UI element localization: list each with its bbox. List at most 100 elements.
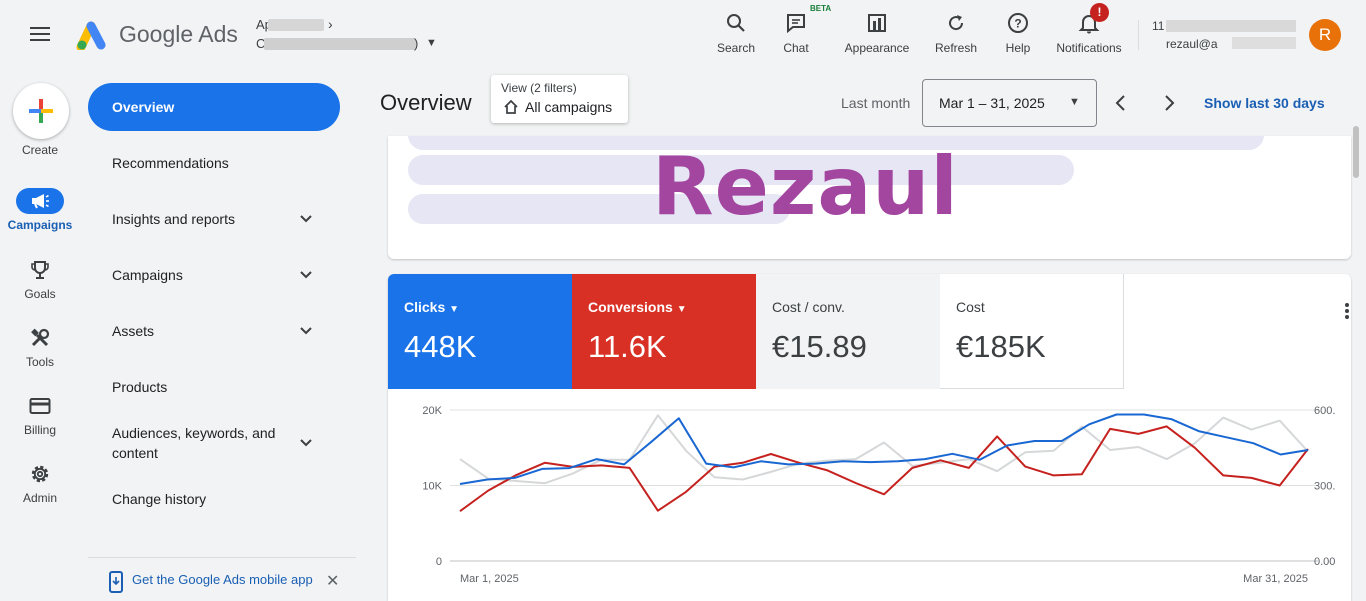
mobile-app-link[interactable]: Get the Google Ads mobile app bbox=[132, 572, 313, 587]
metric-value-cost: €185K bbox=[956, 329, 1046, 364]
app-name: Google Ads bbox=[119, 21, 238, 47]
rail-label-tools: Tools bbox=[25, 355, 54, 369]
metric-label-clicks-text: Clicks bbox=[404, 299, 446, 315]
notifications-button[interactable]: Notifications bbox=[1050, 10, 1128, 55]
account-id-redacted bbox=[264, 38, 416, 50]
y-left-tick-label: 0 bbox=[436, 556, 442, 568]
account-name-redacted bbox=[268, 19, 324, 31]
nav-item-products[interactable]: Products bbox=[112, 377, 332, 397]
header-divider bbox=[1138, 20, 1139, 50]
series-line-1 bbox=[459, 425, 1309, 513]
search-label: Search bbox=[716, 41, 756, 55]
y-left-tick-label: 10K bbox=[422, 481, 442, 493]
date-range-picker[interactable]: Mar 1 – 31, 2025 ▼ bbox=[922, 79, 1097, 127]
main-menu-icon[interactable] bbox=[30, 27, 50, 45]
metric-value-cost-per-conv: €15.89 bbox=[772, 329, 867, 364]
nav-item-overview[interactable]: Overview bbox=[88, 83, 340, 131]
metric-tile-cost-per-conv[interactable]: Cost / conv. €15.89 bbox=[756, 274, 940, 389]
rail-item-admin[interactable]: Admin bbox=[0, 461, 80, 505]
tools-icon bbox=[0, 325, 80, 351]
page-title: Overview bbox=[380, 90, 472, 115]
create-button[interactable] bbox=[13, 83, 69, 139]
metric-tile-conversions[interactable]: Conversions ▼ 11.6K bbox=[572, 274, 756, 389]
metric-tile-clicks[interactable]: Clicks ▼ 448K bbox=[388, 274, 572, 389]
nav-panel: Overview Recommendations Insights and re… bbox=[88, 70, 356, 601]
search-icon bbox=[712, 10, 760, 36]
performance-card: Clicks ▼ 448K Conversions ▼ 11.6K Cost /… bbox=[388, 274, 1351, 601]
rail-item-billing[interactable]: Billing bbox=[0, 393, 80, 437]
y-right-tick-label: 300. bbox=[1314, 481, 1335, 493]
chevron-right-icon[interactable]: › bbox=[328, 16, 333, 32]
mobile-phone-icon bbox=[109, 571, 123, 593]
plus-icon bbox=[29, 99, 53, 123]
rail-label-goals: Goals bbox=[24, 287, 56, 301]
more-options-icon[interactable] bbox=[1342, 302, 1352, 320]
show-last-30-days-link[interactable]: Show last 30 days bbox=[1204, 95, 1325, 111]
svg-text:?: ? bbox=[1014, 17, 1021, 31]
series-line-0 bbox=[459, 413, 1309, 485]
top-bar: Google Ads Ap › C ) ▼ Search Chat BETA A… bbox=[0, 0, 1366, 70]
nav-item-recommendations[interactable]: Recommendations bbox=[112, 153, 332, 173]
notifications-label: Notifications bbox=[1056, 41, 1122, 55]
megaphone-icon bbox=[16, 188, 64, 214]
credit-card-icon bbox=[0, 393, 80, 419]
chevron-down-icon[interactable] bbox=[298, 323, 314, 339]
rail-label-billing: Billing bbox=[23, 423, 56, 437]
help-label: Help bbox=[1005, 41, 1031, 55]
previous-period-icon[interactable] bbox=[1112, 92, 1130, 114]
appearance-icon bbox=[840, 10, 914, 36]
y-right-tick-label: 600. bbox=[1314, 405, 1335, 417]
avatar[interactable]: R bbox=[1309, 19, 1341, 51]
dropdown-arrow-icon: ▼ bbox=[1069, 96, 1080, 108]
gear-icon bbox=[0, 461, 80, 487]
watermark-text: Rezaul bbox=[652, 140, 959, 233]
series-line-2 bbox=[459, 414, 1309, 485]
rail-item-goals[interactable]: Goals bbox=[0, 257, 80, 301]
y-right-tick-label: 0.00 bbox=[1314, 556, 1335, 568]
create-label: Create bbox=[21, 143, 59, 157]
beta-badge: BETA bbox=[810, 4, 832, 13]
scrollbar-thumb[interactable] bbox=[1353, 126, 1359, 178]
metric-tile-cost[interactable]: Cost €185K bbox=[940, 274, 1124, 389]
customer-id-redacted bbox=[1166, 20, 1296, 32]
nav-item-audiences[interactable]: Audiences, keywords, and content bbox=[112, 423, 296, 463]
rail-item-campaigns[interactable]: Campaigns bbox=[0, 188, 80, 232]
metric-label-conversions: Conversions ▼ bbox=[588, 299, 687, 315]
chevron-down-icon[interactable] bbox=[298, 435, 314, 451]
trophy-icon bbox=[0, 257, 80, 283]
bell-icon bbox=[1050, 10, 1128, 36]
appearance-button[interactable]: Appearance bbox=[840, 10, 914, 55]
account-dropdown-icon[interactable]: ▼ bbox=[426, 37, 437, 49]
page-scrollbar[interactable] bbox=[1352, 120, 1360, 601]
rail-item-tools[interactable]: Tools bbox=[0, 325, 80, 369]
next-period-icon[interactable] bbox=[1160, 92, 1178, 114]
period-label: Last month bbox=[841, 95, 911, 111]
chevron-down-icon[interactable] bbox=[298, 211, 314, 227]
chevron-down-icon[interactable] bbox=[298, 267, 314, 283]
close-icon[interactable]: ✕ bbox=[326, 571, 339, 591]
view-filter-selector[interactable]: View (2 filters) All campaigns bbox=[491, 75, 628, 123]
customer-id: 11 bbox=[1152, 19, 1165, 33]
metric-label-clicks: Clicks ▼ bbox=[404, 299, 459, 315]
x-tick-label-start: Mar 1, 2025 bbox=[460, 573, 519, 585]
y-left-tick-label: 20K bbox=[422, 405, 442, 417]
view-filter-count: View (2 filters) bbox=[501, 81, 577, 95]
chat-label: Chat bbox=[783, 41, 809, 55]
x-tick-label-end: Mar 31, 2025 bbox=[1243, 573, 1308, 585]
metric-value-conversions: 11.6K bbox=[588, 329, 667, 364]
google-ads-logo bbox=[76, 21, 106, 50]
metric-label-cost: Cost bbox=[956, 299, 985, 315]
dropdown-arrow-icon[interactable]: ▼ bbox=[677, 304, 687, 315]
chat-icon bbox=[774, 10, 818, 36]
dropdown-arrow-icon[interactable]: ▼ bbox=[449, 304, 459, 315]
refresh-button[interactable]: Refresh bbox=[930, 10, 982, 55]
refresh-label: Refresh bbox=[934, 41, 978, 55]
refresh-icon bbox=[930, 10, 982, 36]
help-button[interactable]: ? Help bbox=[998, 10, 1038, 55]
metric-label-cost-per-conv: Cost / conv. bbox=[772, 299, 845, 315]
rail-label-admin: Admin bbox=[22, 491, 57, 505]
nav-item-change-history[interactable]: Change history bbox=[112, 489, 332, 509]
chat-button[interactable]: Chat bbox=[774, 10, 818, 55]
nav-divider bbox=[88, 557, 356, 558]
search-button[interactable]: Search bbox=[712, 10, 760, 55]
